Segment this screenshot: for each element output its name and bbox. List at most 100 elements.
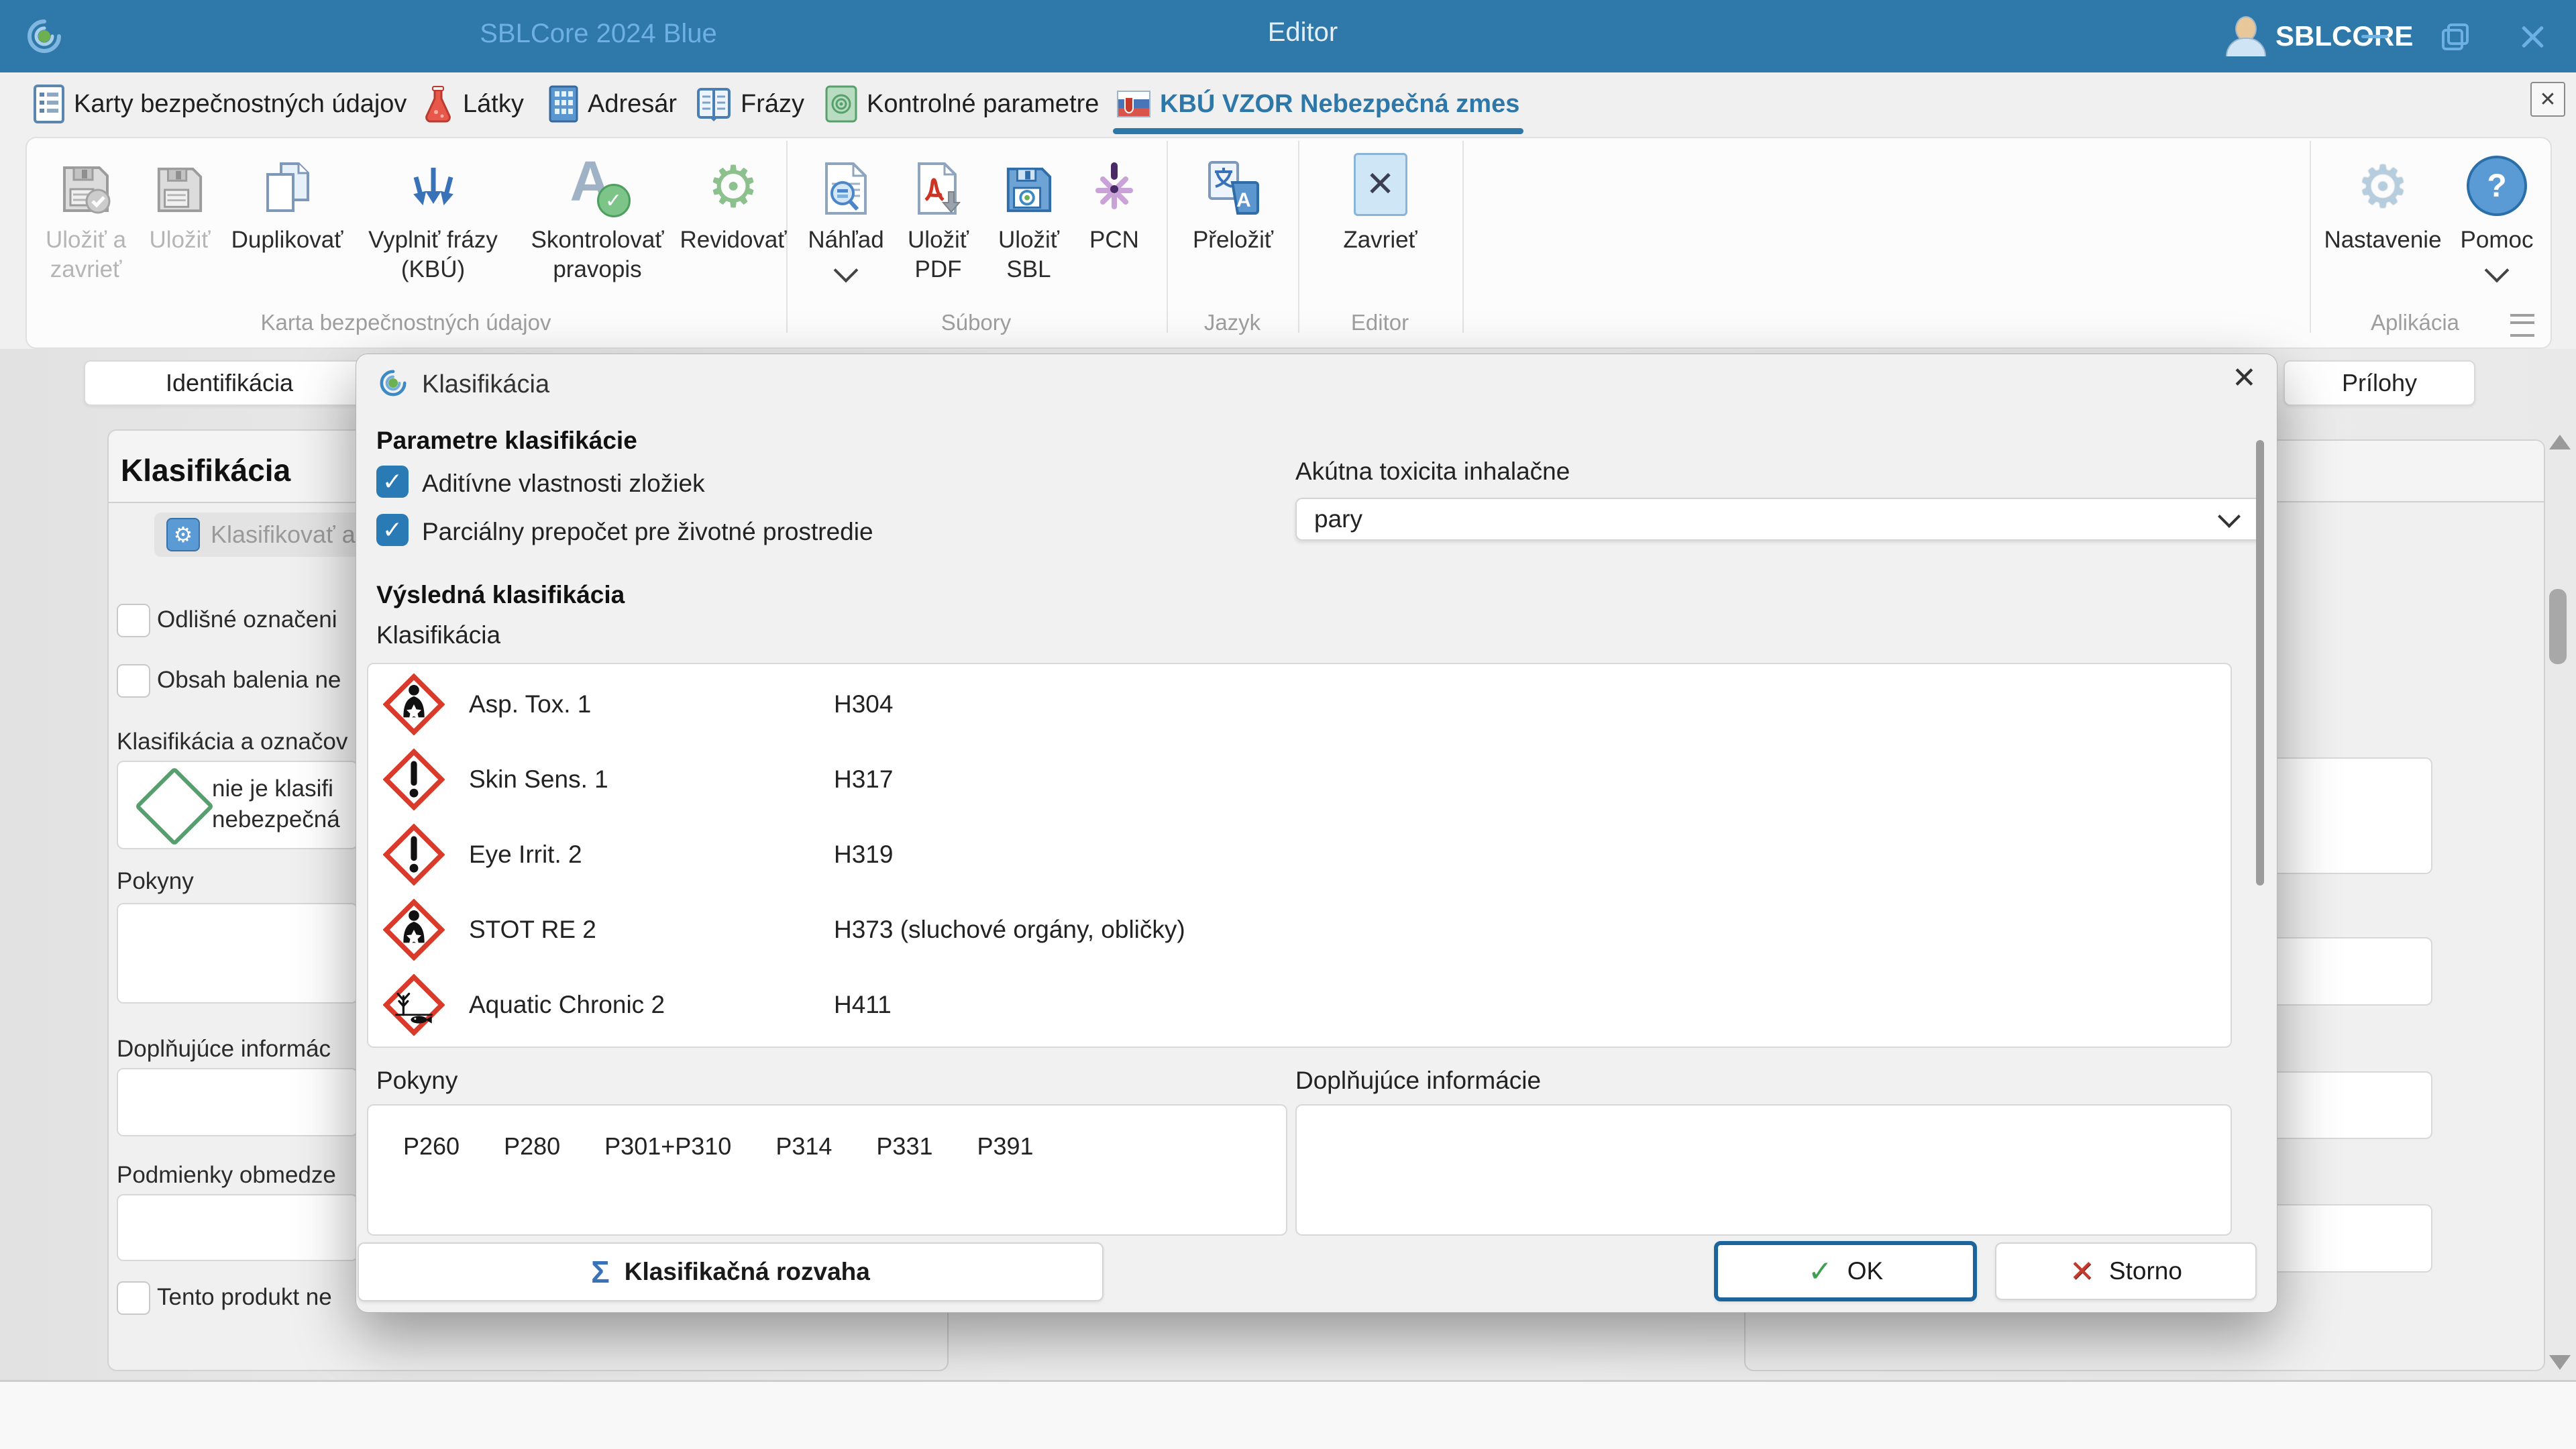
dialog-close-icon[interactable]: ✕ [2232,364,2257,393]
checkbox-label: Aditívne vlastnosti zložiek [422,470,705,497]
close-editor-button[interactable]: ✕ Zavrieť [1327,142,1434,255]
dialog-scrollbar-thumb[interactable] [2256,440,2264,885]
duplicate-button[interactable]: Duplikovať [220,142,354,255]
preview-button[interactable]: Náhľad [799,142,893,283]
classification-row[interactable]: STOT RE 2 H373 (sluchové orgány, obličky… [368,892,2231,967]
app-title: SBLCore 2024 Blue [480,19,717,48]
slovak-flag-icon [1117,91,1150,117]
minimize-button[interactable] [2351,16,2398,56]
conditions-field[interactable] [117,1194,358,1261]
scrollbar-up-arrow[interactable] [2549,435,2571,449]
p-code[interactable]: P301+P310 [604,1132,731,1161]
classification-row[interactable]: Skin Sens. 1 H317 [368,742,2231,817]
checkbox-label: Tento produkt ne [157,1284,332,1310]
right-field[interactable] [2269,1204,2432,1273]
p-code[interactable]: P260 [403,1132,460,1161]
partial-recalc-checkbox[interactable]: ✓ [376,514,409,546]
ribbon-group-label: Jazyk [1203,310,1261,335]
close-window-button[interactable] [2509,16,2556,56]
tab-karty[interactable]: Karty bezpečnostných údajov [27,79,413,129]
p-code[interactable]: P314 [775,1132,832,1161]
maximize-button[interactable] [2430,16,2477,56]
duplicate-icon [261,146,313,216]
button-label: Vyplniť frázy (KBÚ) [368,227,498,282]
cancel-button[interactable]: ✕ Storno [1995,1242,2257,1300]
scrollbar-thumb[interactable] [2549,589,2567,664]
hazard-class: Aquatic Chronic 2 [469,991,665,1018]
spellcheck-button[interactable]: A ✓ Skontrolovať pravopis [512,142,683,284]
precaution-codes-box: P260 P280 P301+P310 P314 P331 P391 [367,1104,1287,1236]
save-button[interactable]: Uložiť [140,142,220,255]
cancel-x-icon: ✕ [2070,1254,2094,1288]
right-field[interactable] [2269,937,2432,1006]
tab-label: KBÚ VZOR Nebezpečná zmes [1160,89,1520,118]
additional-info-box[interactable] [1295,1104,2232,1236]
p-code[interactable]: P280 [504,1132,560,1161]
button-label: Storno [2108,1257,2182,1285]
group-menu-icon[interactable] [2510,314,2534,337]
ghs-environment-icon [382,974,446,1036]
scrollbar-down-arrow[interactable] [2549,1355,2571,1370]
pokyny-label: Pokyny [376,1067,458,1094]
preview-dropdown-chevron-icon[interactable] [833,258,859,283]
tab-frazy[interactable]: Frázy [690,79,811,129]
ok-button[interactable]: ✓ OK [1714,1241,1977,1301]
field-label: Podmienky obmedze [117,1162,336,1188]
revise-gear-icon: ⚙ [707,155,759,219]
button-label: Skontrolovať pravopis [531,227,664,282]
application-window: SBLCore 2024 Blue Editor SBLCORE Karty b… [0,0,2576,1449]
dialog-logo-icon [380,370,407,396]
fill-phrases-button[interactable]: Vyplniť frázy (KBÚ) [354,142,512,284]
tab-latky[interactable]: Látky [416,79,531,129]
pokyny-field[interactable] [117,903,358,1004]
check-icon: ✓ [382,468,403,495]
flask-icon [425,86,451,123]
package-content-checkbox[interactable] [117,664,150,698]
tab-adresar[interactable]: Adresár [542,79,684,129]
button-label: PCN [1089,227,1139,253]
right-field[interactable] [2269,757,2432,874]
sbl-floppy-icon [1004,146,1055,216]
classification-row[interactable]: Aquatic Chronic 2 H411 [368,967,2231,1042]
button-label: Zavrieť [1343,227,1417,253]
different-label-checkbox[interactable] [117,604,150,637]
save-sbl-button[interactable]: Uložiť SBL [983,142,1074,284]
status-bar [0,1380,2576,1449]
close-document-tab-button[interactable]: ✕ [2530,82,2565,117]
additional-info-field[interactable] [117,1068,358,1136]
tab-kontrolne-parametre[interactable]: Kontrolné parametre [818,79,1106,129]
help-dropdown-chevron-icon[interactable] [2484,258,2510,283]
hazard-class: Asp. Tox. 1 [469,690,592,718]
tab-kbu-vzor-active[interactable]: KBÚ VZOR Nebezpečná zmes [1110,79,1526,134]
classification-row[interactable]: Asp. Tox. 1 H304 [368,667,2231,742]
h-code: H411 [834,991,892,1018]
building-icon [549,85,578,123]
safety-data-sheet-icon [34,85,64,123]
checkbox-label: Obsah balenia ne [157,667,341,693]
classification-balance-button[interactable]: Σ Klasifikačná rozvaha [358,1242,1104,1301]
pcn-burst-icon [1089,146,1140,216]
field-label: Doplňujúce informác [117,1036,331,1062]
pcn-button[interactable]: PCN [1074,142,1155,255]
classification-row[interactable]: Eye Irrit. 2 H319 [368,817,2231,892]
right-field[interactable] [2269,1071,2432,1139]
ribbon-group-label: Aplikácia [2370,310,2460,335]
save-pdf-button[interactable]: Uložiť PDF [893,142,983,284]
additive-checkbox[interactable]: ✓ [376,466,409,498]
revise-button[interactable]: ⚙ Revidovať [680,142,786,255]
h-code: H304 [834,690,894,718]
not-classified-diamond-icon [134,766,215,847]
section-tab-identifikacia[interactable]: Identifikácia [84,360,375,406]
close-document-icon: ✕ [1353,146,1407,216]
settings-button[interactable]: ⚙ Nastavenie [2316,142,2450,255]
translate-button[interactable]: A Přeložiť [1176,142,1290,255]
save-and-close-button[interactable]: Uložiť a zavrieť [32,142,140,284]
dialog-title: Klasifikácia [422,370,550,398]
p-code[interactable]: P391 [977,1132,1034,1161]
help-button[interactable]: ? Pomoc [2450,142,2544,283]
ribbon-group-editor: ✕ Zavrieť [1302,142,1458,310]
acute-toxicity-select[interactable]: pary [1295,498,2261,541]
p-code[interactable]: P331 [876,1132,932,1161]
section-tab-prilohy[interactable]: Prílohy [2284,360,2475,406]
product-checkbox[interactable] [117,1281,150,1315]
